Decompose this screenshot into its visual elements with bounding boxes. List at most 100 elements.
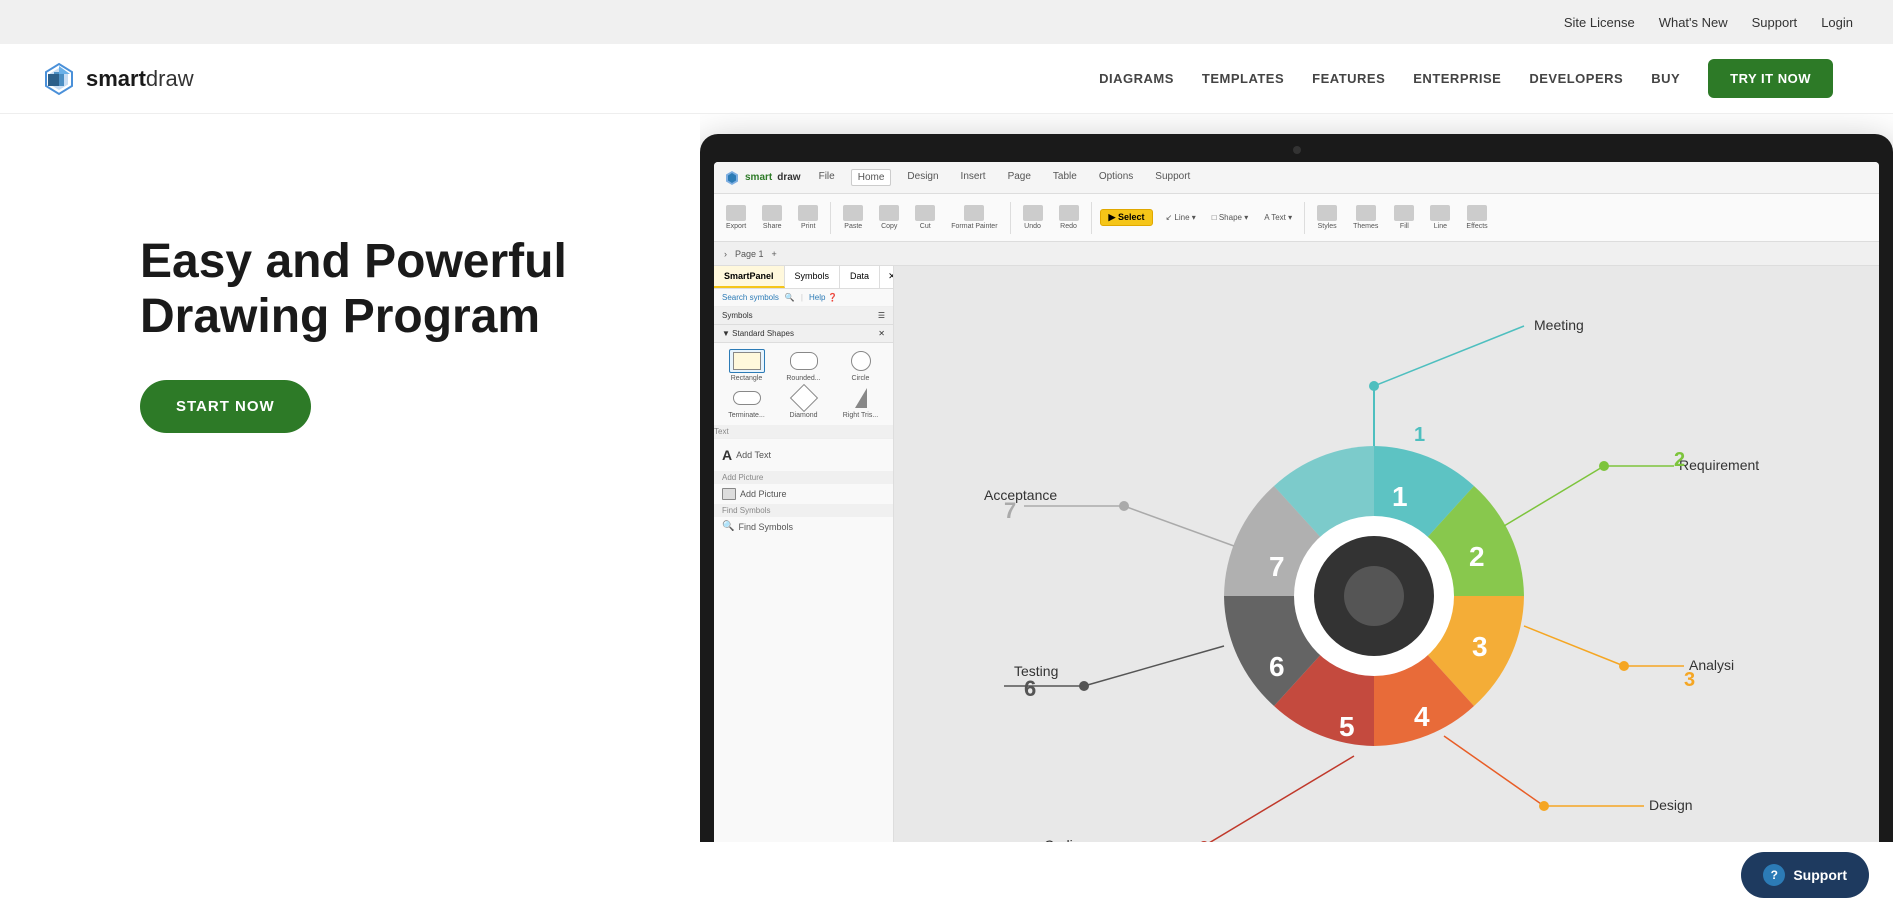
nav-features[interactable]: FEATURES <box>1312 71 1385 86</box>
login-link[interactable]: Login <box>1821 15 1853 30</box>
toolbar-copy[interactable]: Copy <box>875 205 903 230</box>
shape-terminator[interactable]: Terminate... <box>720 386 773 419</box>
symbols-tab[interactable]: Symbols <box>785 266 841 288</box>
fill-icon <box>1394 205 1414 221</box>
menu-insert[interactable]: Insert <box>955 169 992 186</box>
app-tabs-bar: › Page 1 + <box>714 242 1879 266</box>
start-now-button[interactable]: START NOW <box>140 380 311 433</box>
toolbar-redo[interactable]: Redo <box>1055 205 1083 230</box>
copy-icon <box>879 205 899 221</box>
symbols-section-title: Symbols ☰ <box>714 307 893 325</box>
triangle-shape <box>855 388 867 408</box>
svg-text:6: 6 <box>1024 676 1036 701</box>
app-canvas[interactable]: 1 2 3 4 5 6 7 1 <box>894 266 1879 842</box>
menu-table[interactable]: Table <box>1047 169 1083 186</box>
hero-section: Easy and Powerful Drawing Program START … <box>0 114 1893 922</box>
symbols-menu-icon[interactable]: ☰ <box>878 311 885 320</box>
menu-design[interactable]: Design <box>901 169 944 186</box>
svg-text:Requirement: Requirement <box>1679 457 1759 473</box>
undo-icon <box>1023 205 1043 221</box>
toolbar-fill[interactable]: Fill <box>1390 205 1418 230</box>
app-toolbar: Export Share Print Paste <box>714 194 1879 242</box>
line-option[interactable]: ↙ Line ▾ <box>1161 213 1199 222</box>
toolbar-undo[interactable]: Undo <box>1019 205 1047 230</box>
toolbar-line[interactable]: Line <box>1426 205 1454 230</box>
circle-preview <box>843 349 879 373</box>
text-A-icon: A <box>722 447 732 463</box>
terminator-preview <box>729 386 765 410</box>
nav-enterprise[interactable]: ENTERPRISE <box>1413 71 1501 86</box>
whats-new-link[interactable]: What's New <box>1659 15 1728 30</box>
main-nav: smartdraw DIAGRAMS TEMPLATES FEATURES EN… <box>0 44 1893 114</box>
effects-icon <box>1467 205 1487 221</box>
toolbar-share[interactable]: Share <box>758 205 786 230</box>
menu-support[interactable]: Support <box>1149 169 1196 186</box>
nav-developers[interactable]: DEVELOPERS <box>1529 71 1623 86</box>
share-icon <box>762 205 782 221</box>
support-link[interactable]: Support <box>1752 15 1798 30</box>
shape-option[interactable]: □ Shape ▾ <box>1208 213 1252 222</box>
hero-title-line2: Drawing Program <box>140 290 540 343</box>
smartpanel-tab[interactable]: SmartPanel <box>714 266 785 288</box>
shape-diamond[interactable]: Diamond <box>777 386 830 419</box>
collapse-icon[interactable]: › <box>724 249 727 259</box>
search-symbols-link[interactable]: Search symbols <box>722 293 779 302</box>
shape-rounded[interactable]: Rounded... <box>777 349 830 382</box>
site-license-link[interactable]: Site License <box>1564 15 1635 30</box>
rounded-label: Rounded... <box>786 375 820 382</box>
cut-icon <box>915 205 935 221</box>
svg-text:7: 7 <box>1004 498 1016 523</box>
toolbar-print[interactable]: Print <box>794 205 822 230</box>
menu-page[interactable]: Page <box>1002 169 1037 186</box>
svg-text:5: 5 <box>1339 711 1355 742</box>
logo-text: smartdraw <box>86 66 194 92</box>
symbols-label: Symbols <box>722 311 753 320</box>
shape-rectangle[interactable]: Rectangle <box>720 349 773 382</box>
support-button[interactable]: ? Support <box>1741 852 1869 898</box>
page-1-tab[interactable]: Page 1 <box>735 249 764 259</box>
rect-label: Rectangle <box>731 375 763 382</box>
export-icon <box>726 205 746 221</box>
add-text-label: Add Text <box>736 450 771 460</box>
text-option[interactable]: A Text ▾ <box>1260 213 1296 222</box>
toolbar-divider-4 <box>1304 202 1305 234</box>
hero-title: Easy and Powerful Drawing Program <box>140 234 567 344</box>
nav-templates[interactable]: TEMPLATES <box>1202 71 1284 86</box>
add-picture-item[interactable]: Add Picture <box>714 484 893 504</box>
toolbar-paste[interactable]: Paste <box>839 205 867 230</box>
help-link[interactable]: Help ❓ <box>809 293 838 302</box>
standard-shapes-close[interactable]: ✕ <box>878 329 885 338</box>
add-page-icon[interactable]: + <box>772 249 777 259</box>
svg-text:Meeting: Meeting <box>1534 317 1584 333</box>
panel-tabs: SmartPanel Symbols Data ✕ <box>714 266 893 289</box>
data-tab[interactable]: Data <box>840 266 880 288</box>
toolbar-styles[interactable]: Styles <box>1313 205 1341 230</box>
shape-circle[interactable]: Circle <box>834 349 887 382</box>
laptop-frame: smartdraw File Home Design Insert Page T… <box>700 134 1893 842</box>
menu-file[interactable]: File <box>813 169 841 186</box>
toolbar-cut[interactable]: Cut <box>911 205 939 230</box>
shape-triangle[interactable]: Right Tris... <box>834 386 887 419</box>
add-picture-label: Add Picture <box>740 489 787 499</box>
svg-text:2: 2 <box>1469 541 1485 572</box>
nav-diagrams[interactable]: DIAGRAMS <box>1099 71 1174 86</box>
select-button[interactable]: ▶ Select <box>1100 209 1154 226</box>
themes-icon <box>1356 205 1376 221</box>
redo-icon <box>1059 205 1079 221</box>
svg-text:3: 3 <box>1684 669 1695 691</box>
add-text-item[interactable]: A Add Text <box>722 443 885 467</box>
logo[interactable]: smartdraw <box>40 60 194 98</box>
svg-text:Coding: Coding <box>1044 837 1088 842</box>
toolbar-themes[interactable]: Themes <box>1349 205 1382 230</box>
logo-draw: draw <box>146 66 194 91</box>
nav-buy[interactable]: BUY <box>1651 71 1680 86</box>
toolbar-effects[interactable]: Effects <box>1462 205 1491 230</box>
panel-close-button[interactable]: ✕ <box>880 266 894 288</box>
line-icon <box>1430 205 1450 221</box>
menu-options[interactable]: Options <box>1093 169 1139 186</box>
toolbar-export[interactable]: Export <box>722 205 750 230</box>
menu-home[interactable]: Home <box>851 169 892 186</box>
toolbar-format-painter[interactable]: Format Painter <box>947 205 1001 230</box>
try-it-now-button[interactable]: TRY IT NOW <box>1708 59 1833 98</box>
find-symbols-item[interactable]: 🔍 Find Symbols <box>714 517 893 536</box>
